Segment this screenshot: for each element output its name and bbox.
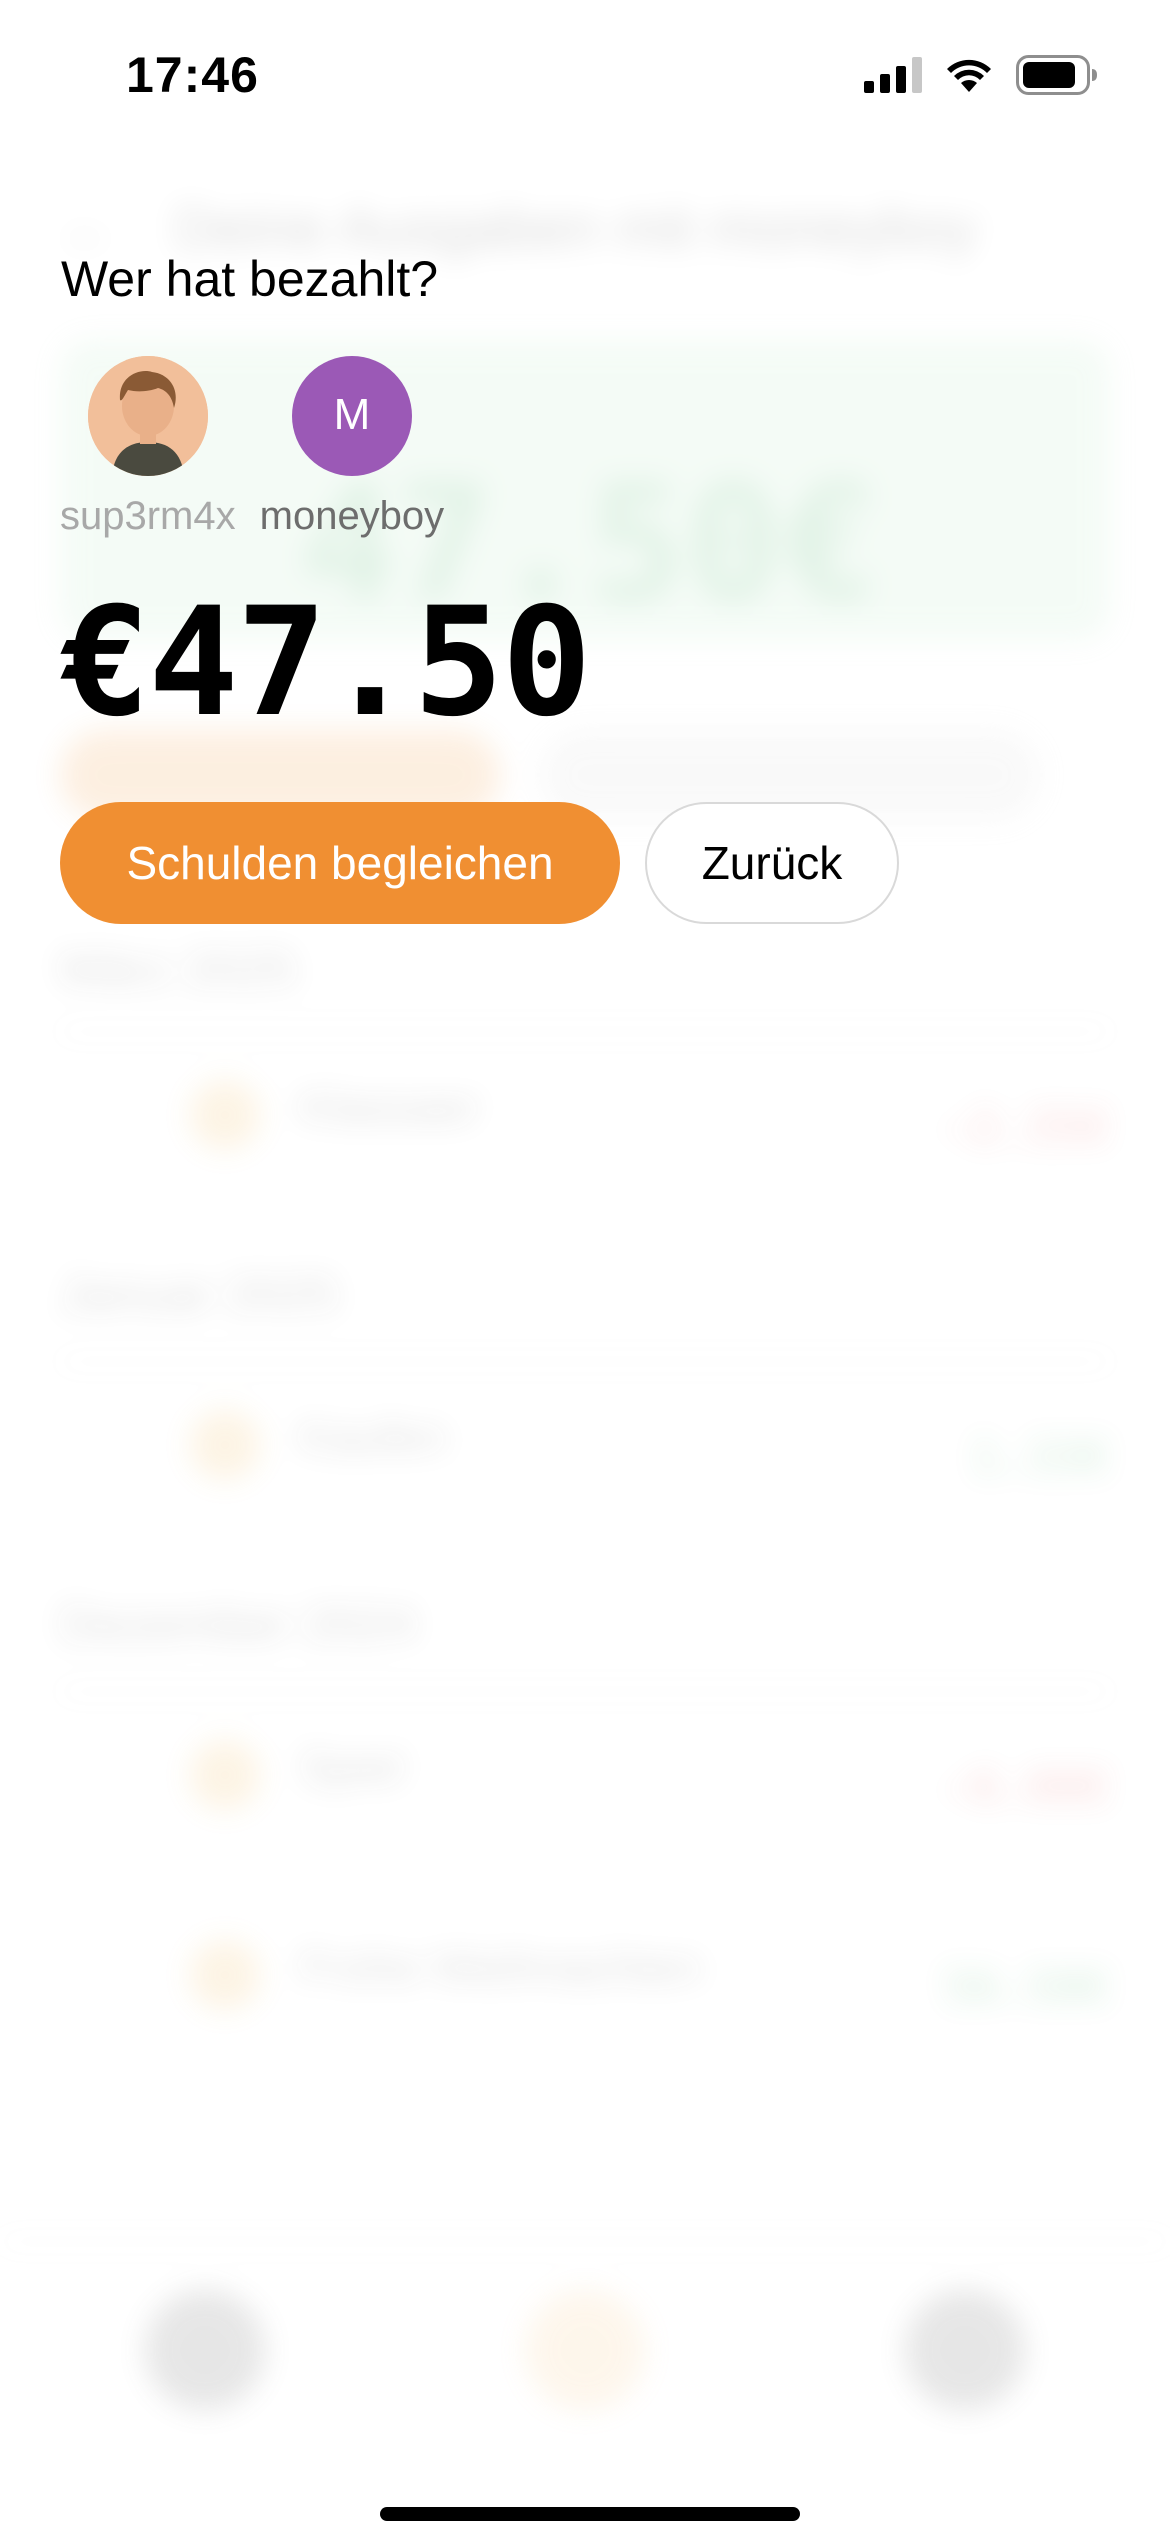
background-row-icon [190, 1940, 260, 2010]
modal-title: Wer hat bezahlt? [61, 251, 439, 307]
payer-name: moneyboy [259, 494, 445, 538]
background-row-amount: 56.50€ [943, 1960, 1110, 2014]
background-row-amount: 1.33€ [971, 1430, 1110, 1484]
background-row-icon [190, 1080, 260, 1150]
home-indicator[interactable] [380, 2507, 800, 2521]
payer-selector: sup3rm4x M moneyboy [60, 356, 444, 539]
payer-option-sup3rm4x[interactable]: sup3rm4x [60, 356, 236, 539]
background-row-title: Klassaer [300, 1081, 479, 1133]
user-photo-icon [87, 356, 208, 476]
back-button[interactable]: Zurück [645, 802, 899, 924]
background-tab-icon [905, 2290, 1025, 2410]
payer-name: sup3rm4x [60, 494, 236, 538]
background-row-icon [190, 1410, 260, 1480]
status-bar-time: 17:46 [126, 47, 259, 103]
background-month-label: Dezember 2024 [60, 1596, 416, 1652]
background-row-amount: -6.00€ [943, 1760, 1110, 1814]
avatar [87, 356, 208, 476]
background-separator [60, 1030, 1110, 1033]
avatar: M [291, 356, 412, 476]
background-row-title: Spiel [300, 1741, 403, 1793]
background-tab-icon [145, 2290, 265, 2410]
background-month-label: März 2025 [60, 941, 297, 997]
settle-debts-button[interactable]: Schulden begleichen [60, 802, 620, 924]
background-row-icon [190, 1740, 260, 1810]
settle-debt-screen: ← Deine Ausgaben mit moneyboy 47.50€ Mär… [0, 0, 1170, 2532]
background-row-amount: -2.35€ [943, 1100, 1110, 1154]
background-tabbar-divider [0, 2240, 1170, 2243]
settle-amount: €47.50 [60, 576, 592, 750]
background-tab-icon [525, 2290, 645, 2410]
cellular-signal-icon [864, 57, 922, 93]
background-row-title: Frohe Weihnachten [300, 1941, 701, 1993]
background-separator [60, 1690, 1110, 1693]
battery-icon [1016, 55, 1097, 95]
wifi-icon [947, 59, 991, 92]
payer-option-moneyboy[interactable]: M moneyboy [259, 356, 445, 539]
background-month-label: Januar 2025 [60, 1266, 339, 1322]
background-separator [60, 1360, 1110, 1363]
background-row-title: Kaufen [300, 1411, 446, 1463]
status-bar-icons [864, 55, 1098, 95]
avatar-initial: M [333, 390, 371, 439]
